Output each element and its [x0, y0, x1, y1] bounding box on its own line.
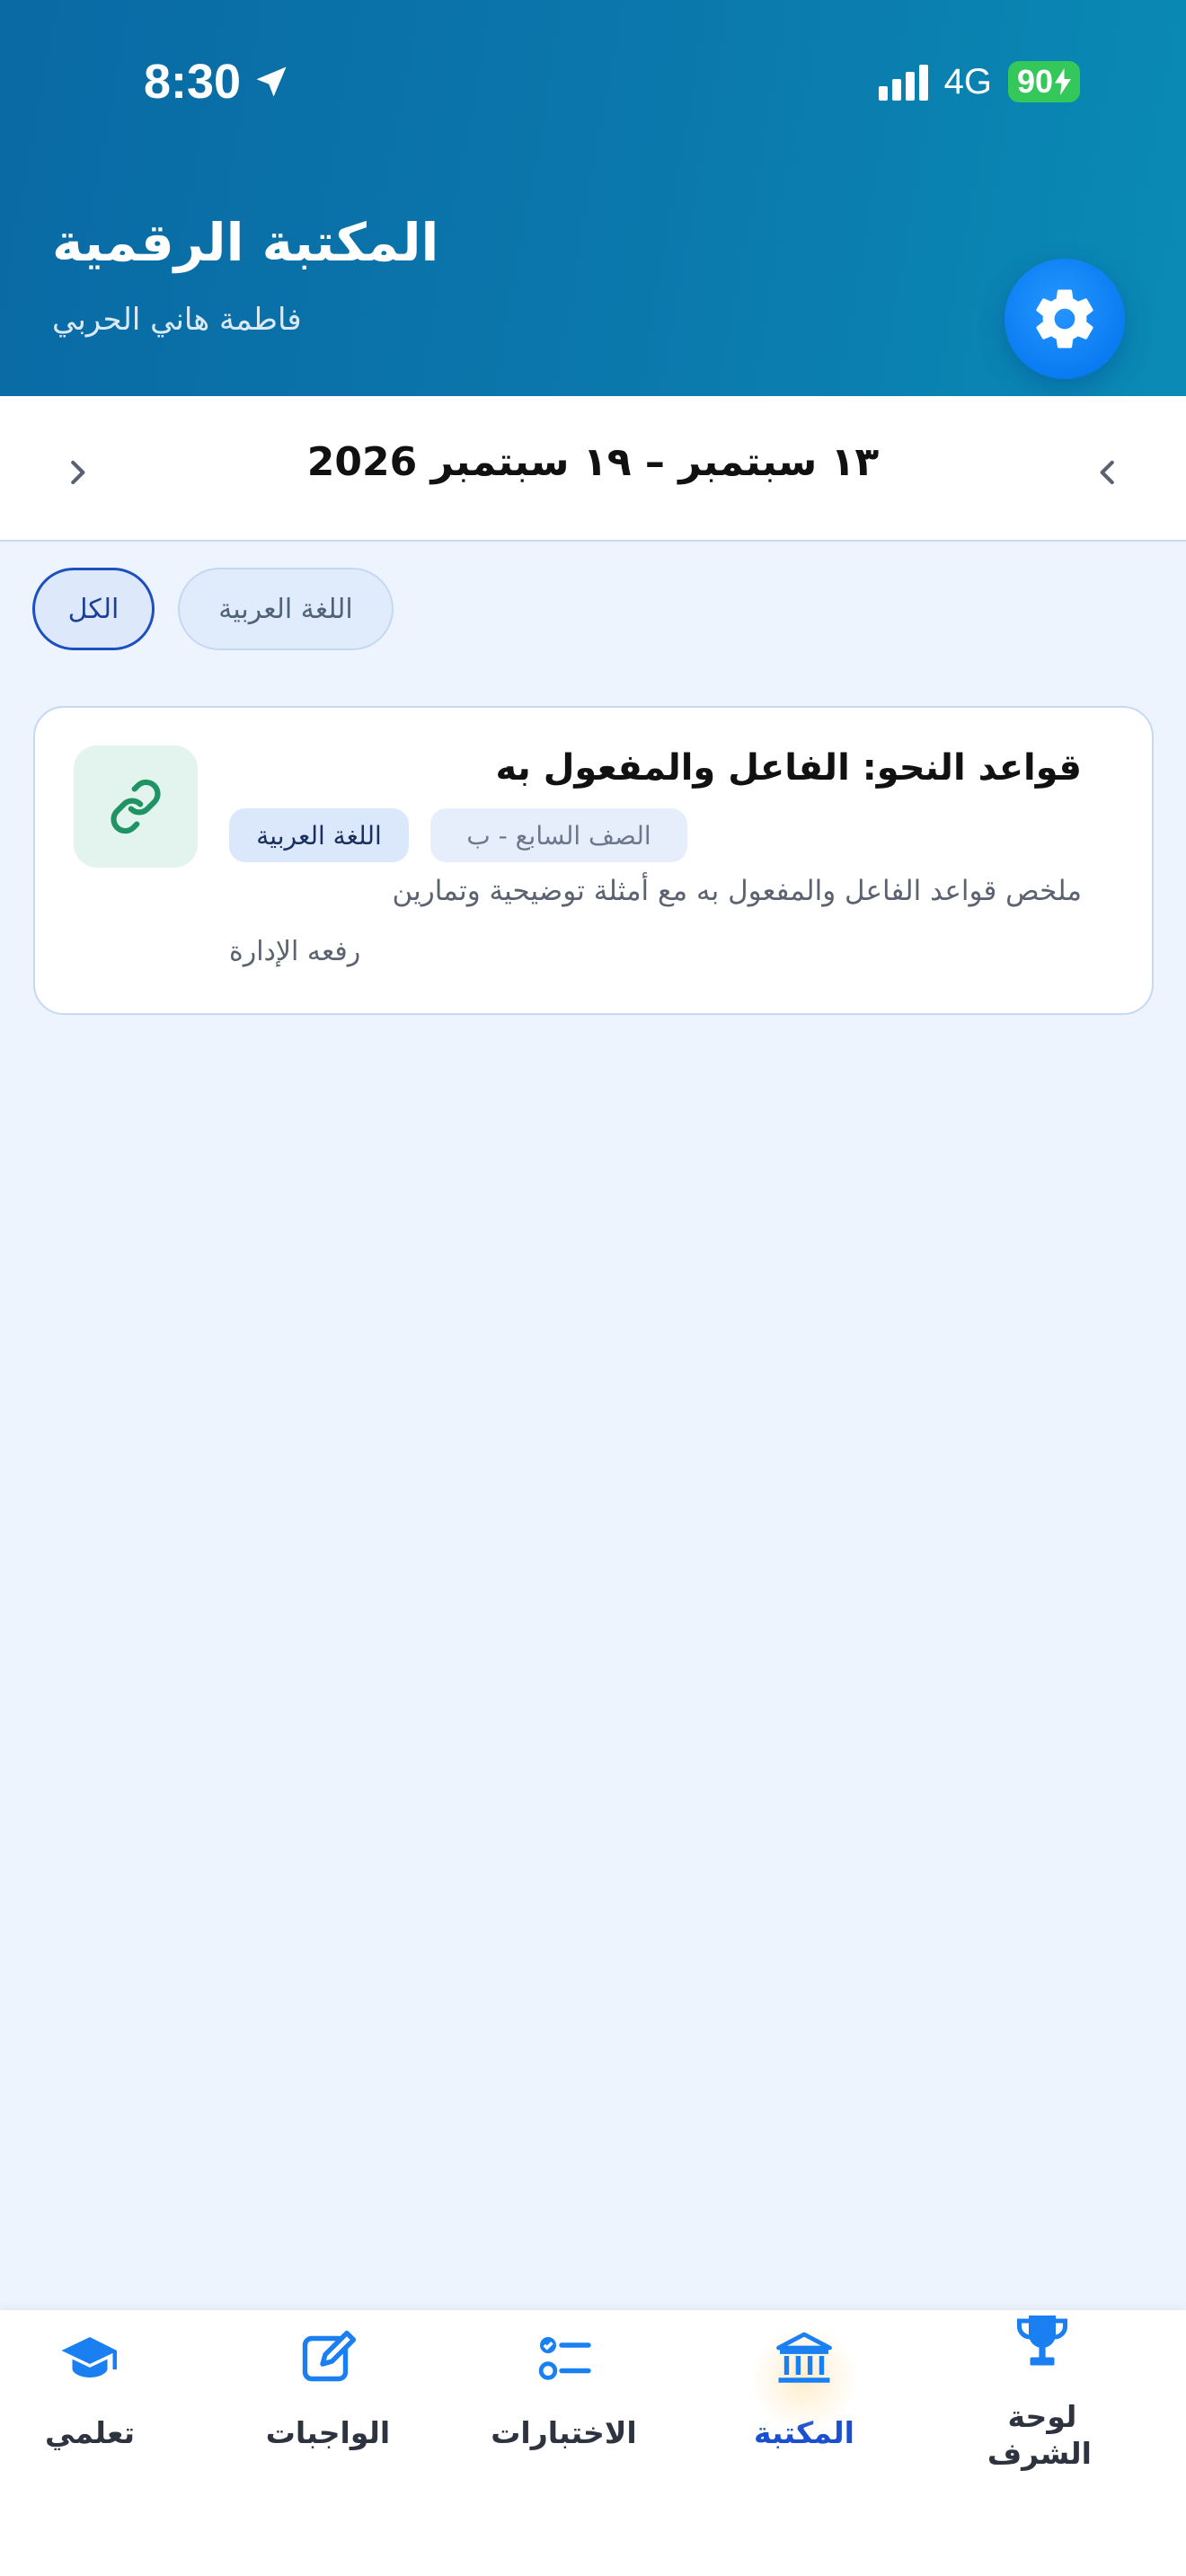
tab-learn[interactable]: تعلمي	[18, 2310, 162, 2517]
settings-button[interactable]	[1005, 259, 1125, 379]
resource-type-badge	[74, 745, 198, 868]
date-navigation: ١٣ سبتمبر – ١٩ سبتمبر 2026	[0, 396, 1186, 542]
filter-chip-arabic[interactable]: اللغة العربية	[178, 568, 394, 650]
tab-learn-label: تعلمي	[45, 2415, 135, 2450]
filter-chip-all[interactable]: الكل	[32, 568, 155, 650]
status-time: 8:30	[144, 54, 291, 110]
tab-library[interactable]: المكتبة	[732, 2310, 876, 2517]
network-type: 4G	[943, 61, 992, 101]
header: 8:30 4G 90 المكتبة الرقمية فاطمة هاني ال…	[0, 0, 1186, 396]
tab-honor[interactable]: لوحة الشرف	[970, 2310, 1114, 2517]
battery-indicator: 90	[1007, 61, 1080, 102]
battery-level: 90	[1016, 63, 1053, 100]
checklist-icon	[538, 2337, 591, 2380]
tab-tests[interactable]: الاختبارات	[485, 2310, 642, 2517]
subject-tag: اللغة العربية	[229, 808, 409, 862]
class-tag: الصف السابع - ب	[430, 808, 687, 862]
tab-tests-label: الاختبارات	[491, 2415, 637, 2450]
tab-honor-label: لوحة الشرف	[987, 2399, 1092, 2472]
resource-title: قواعد النحو: الفاعل والمفعول به	[495, 747, 1082, 789]
link-icon	[111, 779, 161, 834]
status-indicators: 4G 90	[878, 61, 1080, 102]
tab-homework-label: الواجبات	[265, 2415, 391, 2450]
gear-icon	[1036, 289, 1093, 348]
user-name: فاطمة هاني الحربي	[52, 302, 302, 338]
date-range: ١٣ سبتمبر – ١٩ سبتمبر 2026	[306, 439, 880, 485]
signal-icon	[878, 63, 928, 101]
chevron-left-icon	[1100, 460, 1114, 485]
page-title: المكتبة الرقمية	[52, 212, 439, 273]
resource-uploader: رفعه الإدارة	[229, 936, 361, 967]
bottom-navigation: تعلمي الواجبات الاختبارات المكتبة لوحة ا…	[0, 2310, 1186, 2576]
location-arrow-icon	[256, 66, 287, 97]
trophy-icon	[1016, 2316, 1068, 2366]
prev-week-button[interactable]	[1081, 446, 1135, 499]
graduation-cap-icon	[61, 2337, 117, 2378]
edit-icon	[302, 2330, 357, 2382]
charging-bolt-icon	[1055, 68, 1071, 95]
resource-card[interactable]: قواعد النحو: الفاعل والمفعول به الصف الس…	[33, 706, 1154, 1015]
status-time-text: 8:30	[144, 55, 242, 109]
resource-description: ملخص قواعد الفاعل والمفعول به مع أمثلة ت…	[392, 875, 1082, 907]
library-icon	[776, 2332, 832, 2383]
tab-homework[interactable]: الواجبات	[252, 2310, 404, 2517]
